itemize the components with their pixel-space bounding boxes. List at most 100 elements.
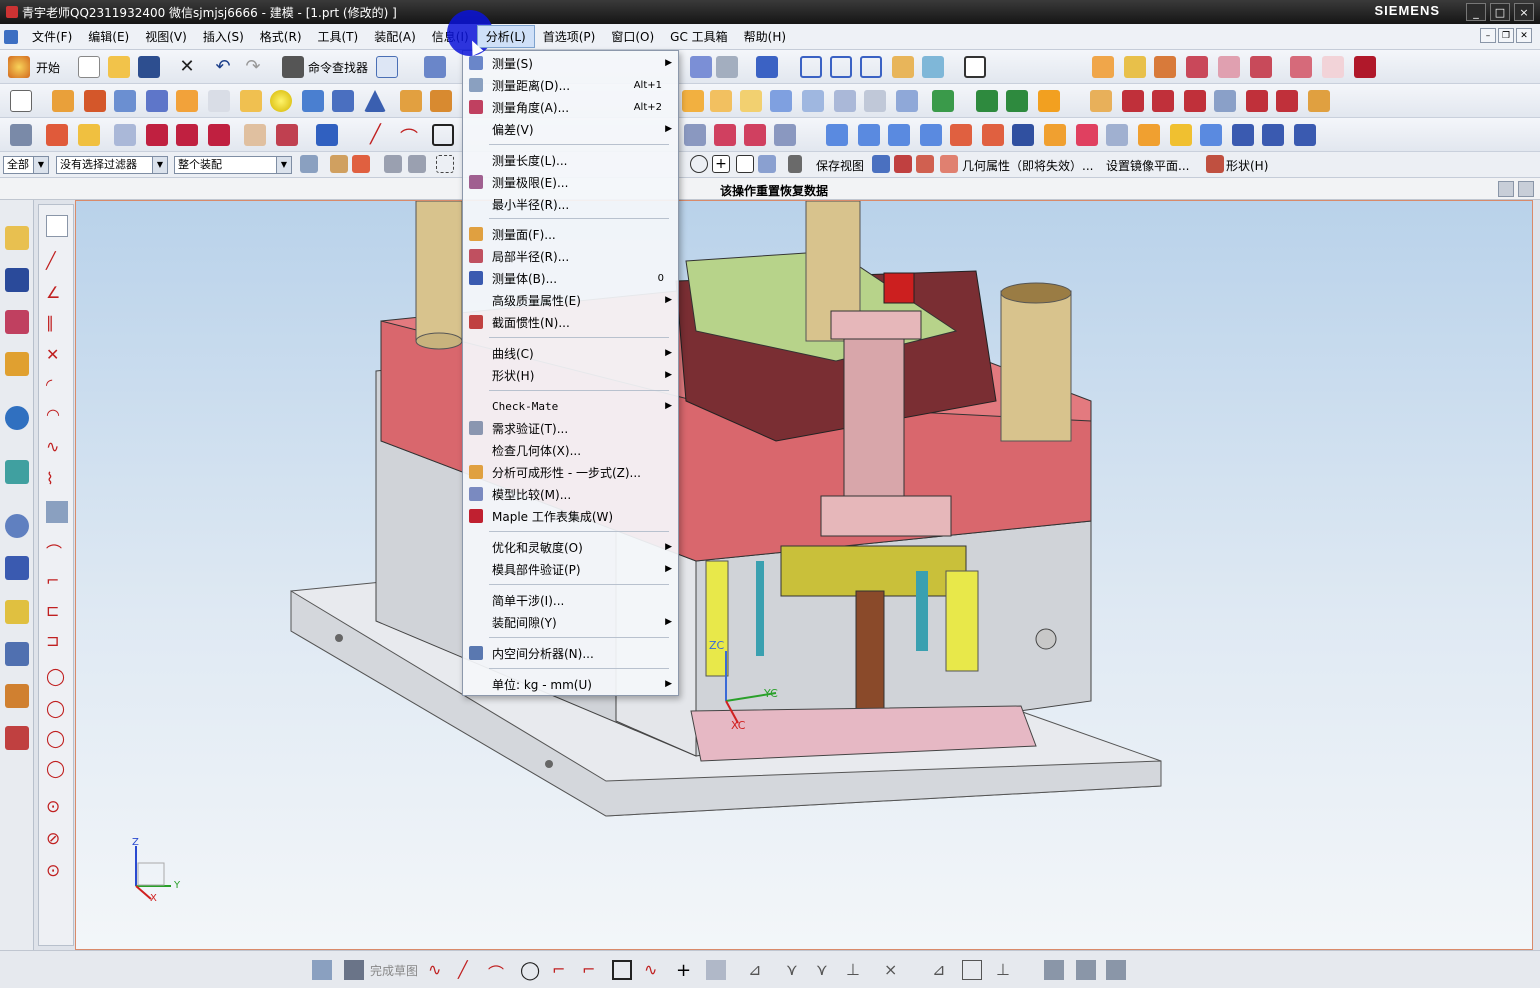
process-studio-icon[interactable] [5,556,29,580]
mold-tool-4-icon[interactable] [1186,56,1208,78]
finish-sketch-button[interactable]: 完成草图 [370,962,418,979]
constraint-icon[interactable]: ⊥ [996,960,1016,980]
perpendicular-icon[interactable]: ✕ [46,345,68,367]
project-curve-icon[interactable]: ⊥ [846,960,866,980]
offset-icon[interactable] [802,90,824,112]
mold-tool-2-icon[interactable] [1124,56,1146,78]
start-button[interactable]: 开始 [36,59,60,76]
status-option-icon[interactable] [1498,181,1514,197]
redo-icon[interactable]: ↷ [242,56,264,78]
chamfer-icon[interactable] [710,90,732,112]
surface-tool-8-icon[interactable] [920,124,942,146]
selection-filter-select[interactable]: 没有选择过滤器 ▼ [56,156,168,174]
display-mode-icon[interactable] [964,56,986,78]
replace-face-icon[interactable] [208,124,230,146]
point-on-line-icon[interactable]: ∠ [46,283,68,305]
move-face-icon[interactable] [114,124,136,146]
constraint-navigator-icon[interactable] [5,268,29,292]
arc-icon[interactable]: ⌒ [400,124,422,149]
surface-tool-6-icon[interactable] [858,124,880,146]
fillet-bottom-icon[interactable]: ⌐ [552,960,572,980]
circle-tool-icon[interactable]: ◯ [46,667,68,689]
doc-restore-button[interactable]: ❐ [1498,28,1514,43]
mold-tool-9-icon[interactable] [1354,56,1376,78]
fillet-icon[interactable]: ⌒ [46,539,68,562]
conic-icon[interactable]: ⊘ [46,829,68,851]
menu-measure-distance[interactable]: 测量距离(D)... Alt+1 [463,74,678,96]
thicken-icon[interactable] [834,90,856,112]
sew-icon[interactable] [864,90,886,112]
wireframe-view-icon[interactable] [800,56,822,78]
menu-formability-analysis[interactable]: 分析可成形性 - 一步式(Z)... [463,461,678,483]
profile-tool-icon[interactable]: ∿ [428,960,448,980]
surface-tool-16-icon[interactable] [1170,124,1192,146]
menu-analysis[interactable]: 分析(L) [476,25,535,48]
menu-measure[interactable]: 测量(S) ▶ [463,52,678,74]
binoculars-icon[interactable] [282,56,304,78]
edge-blend-icon[interactable] [682,90,704,112]
circle-center-icon[interactable]: ◯ [46,699,68,721]
delete-icon[interactable]: ✕ [176,56,198,78]
geometry-props-button[interactable]: 几何属性（即将失效）... [962,157,1093,174]
menu-file[interactable]: 文件(F) [24,26,80,47]
menu-measure-length[interactable]: 测量长度(L)... [463,149,678,171]
patch-icon[interactable] [896,90,918,112]
menu-assembly[interactable]: 装配(A) [366,26,424,47]
surface-tool-13-icon[interactable] [1076,124,1098,146]
palette-icon[interactable] [5,600,29,624]
intersection-icon[interactable]: ⋎ [816,960,836,980]
block-icon[interactable] [176,90,198,112]
sketch-icon[interactable] [690,56,712,78]
circle-bottom-icon[interactable]: ◯ [520,960,540,981]
circle-tangent-icon[interactable]: ◯ [46,759,68,781]
menu-preferences[interactable]: 首选项(P) [535,26,604,47]
menu-format[interactable]: 格式(R) [252,26,310,47]
studio-spline-icon[interactable]: ⌇ [46,469,68,491]
surface-tool-5-icon[interactable] [826,124,848,146]
undo-icon[interactable]: ↶ [212,56,234,78]
minimize-button[interactable]: _ [1466,3,1486,21]
cylinder-icon[interactable] [302,90,324,112]
menu-view[interactable]: 视图(V) [137,26,195,47]
clock-icon[interactable] [5,514,29,538]
shade-icon[interactable] [716,56,738,78]
shell-icon[interactable] [740,90,762,112]
menu-units[interactable]: 单位: kg - mm(U) ▶ [463,673,678,695]
line-snap-icon[interactable] [736,155,754,173]
arc-bottom-icon[interactable]: ⌒ [488,960,508,983]
select-option-icon[interactable] [330,155,348,173]
circle-three-point-icon[interactable]: ◯ [46,729,68,751]
menu-window[interactable]: 窗口(O) [603,26,662,47]
menu-insert[interactable]: 插入(S) [195,26,252,47]
curve-tool-3-icon[interactable] [1152,90,1174,112]
save-view-button[interactable]: 保存视图 [816,157,864,174]
menu-curve[interactable]: 曲线(C) ▶ [463,342,678,364]
mold-tool-8-icon[interactable] [1322,56,1344,78]
pattern-icon[interactable] [240,90,262,112]
sketch-grid-icon[interactable] [244,124,266,146]
command-finder-button[interactable]: 命令查找器 [308,59,368,76]
close-button[interactable]: × [1514,3,1534,21]
menu-deviation[interactable]: 偏差(V) ▶ [463,118,678,140]
cube-view-icon[interactable] [756,56,778,78]
bookmark-icon[interactable] [788,155,802,173]
chamfer-tool-icon[interactable]: ⌐ [46,571,68,593]
animate-dimension-icon[interactable] [1076,960,1096,980]
doc-minimize-button[interactable]: – [1480,28,1496,43]
rectangle-select-icon[interactable] [436,155,454,173]
spline-icon[interactable]: ∿ [46,437,68,459]
pattern-curve-icon[interactable]: ⊿ [748,960,768,980]
surface-tool-19-icon[interactable] [1262,124,1284,146]
menu-shape[interactable]: 形状(H) ▶ [463,364,678,386]
iso-view-icon[interactable] [860,56,882,78]
instance-icon[interactable] [976,90,998,112]
pocket-icon[interactable] [208,90,230,112]
curve-tool-5-icon[interactable] [1214,90,1236,112]
mold-tool-1-icon[interactable] [1092,56,1114,78]
boolean-icon[interactable] [400,90,422,112]
mold-tool-3-icon[interactable] [1154,56,1176,78]
tangent-arc-icon[interactable]: ◠ [46,405,68,427]
surface-tool-12-icon[interactable] [1044,124,1066,146]
draft-icon[interactable] [770,90,792,112]
type-filter-select[interactable]: 全部 ▼ [3,156,49,174]
